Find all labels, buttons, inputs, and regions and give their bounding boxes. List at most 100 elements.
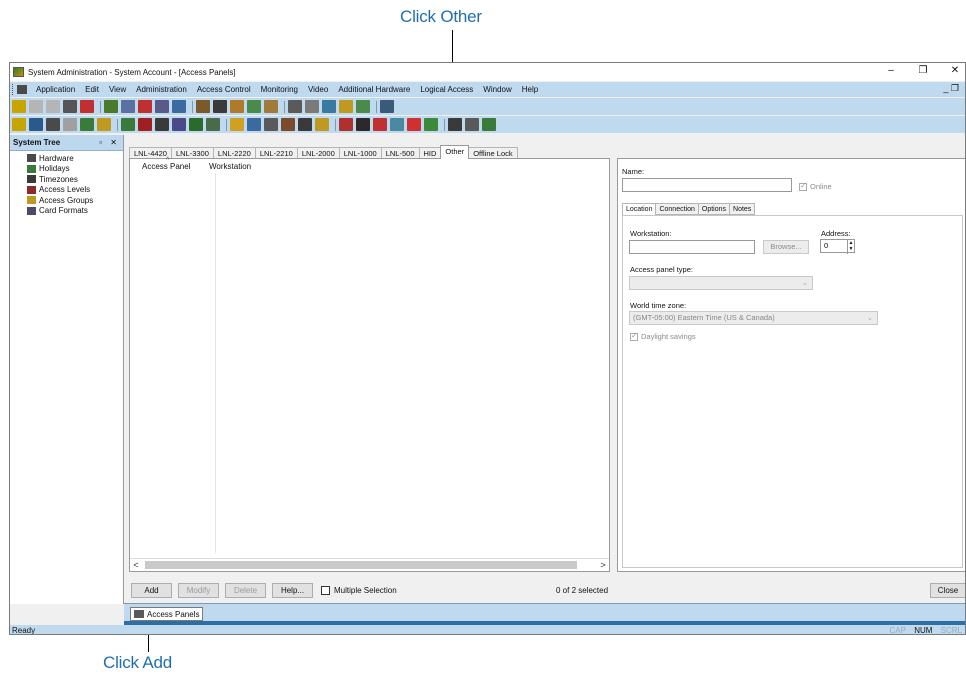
toolbar-button-icon[interactable] [63, 100, 77, 113]
toolbar-button-icon[interactable] [12, 118, 26, 131]
restore-button[interactable]: ❐ [917, 65, 929, 76]
tab-connection[interactable]: Connection [655, 203, 699, 215]
toolbar-button-icon[interactable] [230, 100, 244, 113]
column-workstation[interactable]: Workstation [207, 162, 251, 171]
toolbar-button-icon[interactable] [12, 100, 26, 113]
toolbar-button-icon[interactable] [172, 118, 186, 131]
online-checkbox[interactable]: Online [799, 181, 832, 191]
address-spinner[interactable]: 0 ▲ ▼ [820, 239, 855, 254]
spinner-arrows-icon[interactable]: ▲ ▼ [847, 240, 854, 254]
multiple-selection-checkbox[interactable]: Multiple Selection [321, 585, 397, 595]
help-button[interactable]: Help... [272, 582, 313, 598]
name-input[interactable] [622, 178, 792, 192]
mdi-controls[interactable]: _ ❐ [943, 83, 959, 94]
toolbar-button-icon[interactable] [155, 100, 169, 113]
tree-item-timezones[interactable]: Timezones [10, 174, 123, 185]
toolbar-button-icon[interactable] [390, 118, 404, 131]
world-time-select[interactable]: (GMT-05:00) Eastern Time (US & Canada) ⌄ [629, 311, 878, 325]
toolbar-button-icon[interactable] [46, 100, 60, 113]
toolbar-button-icon[interactable] [482, 118, 496, 131]
toolbar-button-icon[interactable] [29, 118, 43, 131]
menu-video[interactable]: Video [303, 85, 333, 94]
menu-access-control[interactable]: Access Control [192, 85, 256, 94]
toolbar-button-icon[interactable] [288, 100, 302, 113]
toolbar-button-icon[interactable] [230, 118, 244, 131]
tree-item-hardware[interactable]: Hardware [10, 153, 123, 164]
toolbar-button-icon[interactable] [281, 118, 295, 131]
menu-monitoring[interactable]: Monitoring [256, 85, 303, 94]
tab-notes[interactable]: Notes [729, 203, 756, 215]
toolbar-button-icon[interactable] [373, 118, 387, 131]
toolbar-button-icon[interactable] [264, 100, 278, 113]
minimize-button[interactable]: – [885, 65, 897, 76]
close-window-button[interactable]: ✕ [949, 65, 961, 76]
toolbar-button-icon[interactable] [80, 118, 94, 131]
toolbar-button-icon[interactable] [339, 100, 353, 113]
tree-item-access-levels[interactable]: Access Levels [10, 185, 123, 196]
access-panel-list[interactable]: ^ Access Panel Workstation < > [129, 157, 610, 572]
toolbar-button-icon[interactable] [196, 100, 210, 113]
toolbar-button-icon[interactable] [380, 100, 394, 113]
toolbar-button-icon[interactable] [424, 118, 438, 131]
tree-item-holidays[interactable]: Holidays [10, 164, 123, 175]
toolbar-button-icon[interactable] [46, 118, 60, 131]
toolbar-button-icon[interactable] [298, 118, 312, 131]
toolbar-button-icon[interactable] [97, 118, 111, 131]
menu-window[interactable]: Window [478, 85, 516, 94]
panel-type-select[interactable]: ⌄ [629, 276, 813, 290]
tree-item-card-formats[interactable]: Card Formats [10, 206, 123, 217]
column-access-panel[interactable]: ^ Access Panel [130, 157, 207, 171]
modify-button[interactable]: Modify [178, 582, 219, 598]
toolbar-button-icon[interactable] [315, 118, 329, 131]
toolbar-button-icon[interactable] [172, 100, 186, 113]
delete-button[interactable]: Delete [225, 582, 266, 598]
menu-logical-access[interactable]: Logical Access [415, 85, 478, 94]
toolbar-button-icon[interactable] [407, 118, 421, 131]
menu-help[interactable]: Help [517, 85, 543, 94]
toolbar-button-icon[interactable] [356, 118, 370, 131]
toolbar-button-icon[interactable] [155, 118, 169, 131]
workstation-input[interactable] [629, 240, 755, 254]
close-button[interactable]: Close [930, 582, 965, 598]
toolbar-button-icon[interactable] [138, 100, 152, 113]
toolbar-button-icon[interactable] [104, 100, 118, 113]
window-tab-access-panels[interactable]: Access Panels [130, 607, 204, 621]
tree-item-access-groups[interactable]: Access Groups [10, 195, 123, 206]
toolbar-button-icon[interactable] [356, 100, 370, 113]
toolbar-button-icon[interactable] [29, 100, 43, 113]
browse-button[interactable]: Browse... [763, 240, 809, 254]
menu-edit[interactable]: Edit [80, 85, 104, 94]
toolbar-button-icon[interactable] [448, 118, 462, 131]
toolbar-button-icon[interactable] [322, 100, 336, 113]
menu-administration[interactable]: Administration [131, 85, 192, 94]
system-tree-controls[interactable]: ▫ ✕ [99, 138, 120, 147]
scroll-thumb[interactable] [145, 561, 577, 569]
toolbar-button-icon[interactable] [138, 118, 152, 131]
tab-options[interactable]: Options [697, 203, 731, 215]
toolbar-button-icon[interactable] [80, 100, 94, 113]
toolbar-button-icon[interactable] [247, 100, 261, 113]
scroll-left-icon[interactable]: < [130, 560, 142, 570]
toolbar-button-icon[interactable] [213, 100, 227, 113]
horizontal-scrollbar[interactable]: < > [130, 558, 609, 571]
status-text: Ready [12, 626, 36, 635]
toolbar-button-icon[interactable] [206, 118, 220, 131]
toolbar-button-icon[interactable] [121, 100, 135, 113]
mdi-child-icon[interactable] [17, 85, 27, 94]
toolbar-button-icon[interactable] [465, 118, 479, 131]
scroll-right-icon[interactable]: > [597, 560, 609, 570]
toolbar-button-icon[interactable] [264, 118, 278, 131]
toolbar-button-icon[interactable] [247, 118, 261, 131]
menu-additional-hardware[interactable]: Additional Hardware [333, 85, 415, 94]
toolbar-button-icon[interactable] [305, 100, 319, 113]
toolbar-button-icon[interactable] [339, 118, 353, 131]
tab-other[interactable]: Other [440, 145, 470, 159]
menu-view[interactable]: View [104, 85, 131, 94]
toolbar-button-icon[interactable] [63, 118, 77, 131]
toolbar-button-icon[interactable] [189, 118, 203, 131]
toolbar-button-icon[interactable] [121, 118, 135, 131]
menu-application[interactable]: Application [31, 85, 80, 94]
add-button[interactable]: Add [131, 582, 172, 598]
multiple-selection-box[interactable] [321, 585, 330, 595]
daylight-savings-checkbox[interactable]: Daylight savings [630, 331, 696, 341]
